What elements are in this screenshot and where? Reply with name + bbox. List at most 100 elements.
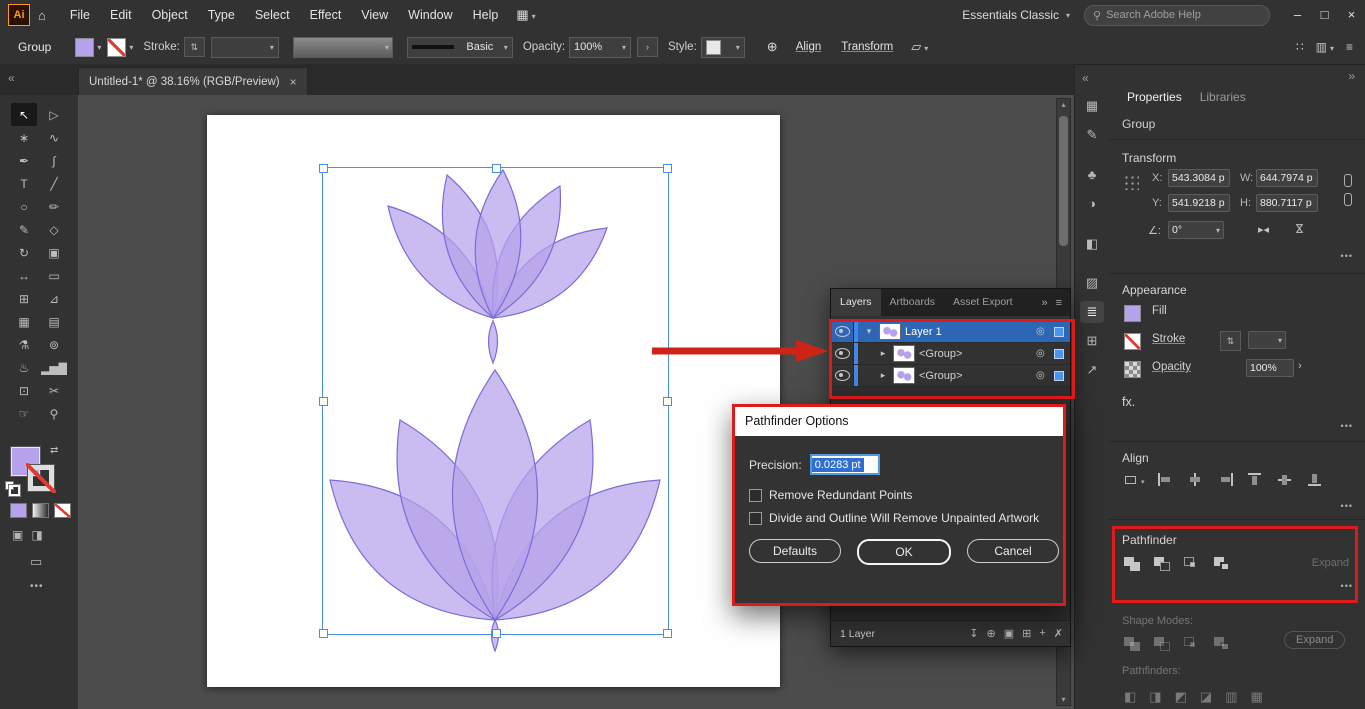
layer-name[interactable]: <Group> [919, 348, 1036, 360]
align-link[interactable]: Align [796, 41, 822, 53]
column-graph-tool[interactable]: ▂▅▇ [41, 356, 67, 379]
stroke-weight-dropdown[interactable]: ▾ [211, 37, 279, 58]
align-horizontal-center-icon[interactable] [1188, 473, 1205, 486]
close-document-icon[interactable]: × [290, 75, 297, 89]
pencil-tool[interactable]: ✎ [11, 218, 37, 241]
intersect-icon[interactable] [1184, 557, 1201, 571]
screen-mode-icon[interactable]: ▭ [30, 554, 42, 570]
direct-selection-tool[interactable]: ▷ [41, 103, 67, 126]
selection-tool[interactable]: ↖ [11, 103, 37, 126]
minus-back-icon[interactable]: ▦ [1250, 689, 1262, 705]
gradient-button[interactable] [32, 503, 49, 518]
transform-more-options-icon[interactable]: ••• [1341, 251, 1353, 261]
transform-link[interactable]: Transform [841, 41, 893, 53]
swatches-panel-icon[interactable]: ▦ [1080, 95, 1104, 117]
close-button[interactable]: × [1338, 0, 1365, 30]
handle-middle-right[interactable] [663, 397, 672, 406]
help-search-input[interactable]: ⚲ Search Adobe Help [1084, 5, 1270, 26]
layer-row[interactable]: ▸ <Group> ◎ [831, 365, 1070, 387]
intersect-icon[interactable] [1184, 637, 1201, 651]
layer-name[interactable]: Layer 1 [905, 326, 1036, 338]
gradient-tool[interactable]: ▤ [41, 310, 67, 333]
stroke-weight-stepper[interactable]: ⇅ [1220, 331, 1241, 351]
opacity-options-button[interactable]: › [637, 37, 658, 57]
illustrator-logo[interactable]: Ai [8, 4, 30, 26]
reference-point-selector[interactable] [1122, 173, 1139, 190]
document-setup-globe-icon[interactable]: ⊕ [759, 39, 786, 55]
trim-icon[interactable]: ◨ [1149, 689, 1161, 705]
slice-tool[interactable]: ✂ [41, 379, 67, 402]
flip-vertical-icon[interactable]: ⋈ [1294, 222, 1305, 235]
layers-panel-icon[interactable]: ≣ [1080, 301, 1104, 323]
shape-builder-tool[interactable]: ⊞ [11, 287, 37, 310]
defaults-button[interactable]: Defaults [749, 539, 841, 563]
menu-object[interactable]: Object [142, 0, 198, 30]
symbol-sprayer-tool[interactable]: ♨ [11, 356, 37, 379]
transparency-panel-icon[interactable]: ▨ [1080, 272, 1104, 294]
menu-type[interactable]: Type [198, 0, 245, 30]
expand-chevron-icon[interactable]: ▾ [863, 326, 875, 337]
tab-libraries[interactable]: Libraries [1191, 85, 1255, 109]
minus-front-icon[interactable] [1154, 637, 1171, 651]
stroke-weight-stepper[interactable]: ⇅ [184, 37, 205, 57]
arrange-documents-icon[interactable]: ▦▾ [508, 7, 543, 23]
rotation-dropdown[interactable]: 0°▾ [1168, 221, 1224, 239]
workspace-switcher[interactable]: Essentials Classic ▾ [962, 8, 1070, 22]
tab-artboards[interactable]: Artboards [881, 289, 945, 316]
expand-dock-icon[interactable]: « [1082, 71, 1089, 85]
opacity-dropdown[interactable]: 100%▾ [569, 37, 631, 58]
checkbox[interactable] [749, 489, 762, 502]
scroll-down-icon[interactable]: ▾ [1061, 694, 1065, 705]
expand-button-flyout[interactable]: Expand [1284, 631, 1345, 649]
asset-export-panel-icon[interactable]: ↗ [1080, 359, 1104, 381]
visibility-toggle[interactable] [831, 365, 854, 386]
align-to-selection-icon[interactable]: ▾ [1124, 473, 1145, 486]
fill-swatch[interactable] [1124, 305, 1141, 322]
handle-bottom-center[interactable] [492, 629, 501, 638]
align-more-options-icon[interactable]: ••• [1341, 501, 1353, 511]
draw-normal-icon[interactable]: ▣ [12, 528, 23, 542]
delete-selection-icon[interactable]: ✗ [1054, 627, 1063, 640]
mesh-tool[interactable]: ▦ [11, 310, 37, 333]
opacity-options-chevron[interactable]: › [1298, 360, 1302, 372]
rotate-tool[interactable]: ↻ [11, 241, 37, 264]
new-layer-icon[interactable]: + [1039, 627, 1045, 640]
selection-bounding-box[interactable] [322, 167, 669, 635]
y-input[interactable]: 541.9218 p [1168, 194, 1230, 212]
stroke-color-swatch[interactable] [107, 38, 126, 57]
menu-select[interactable]: Select [245, 0, 300, 30]
exclude-icon[interactable] [1214, 557, 1231, 571]
w-input[interactable]: 644.7974 p [1256, 169, 1318, 187]
draw-behind-icon[interactable]: ◨ [31, 528, 42, 542]
chevron-down-icon[interactable]: ▾ [97, 43, 101, 52]
collect-for-export-icon[interactable]: ↧ [969, 627, 978, 640]
perspective-grid-tool[interactable]: ⊿ [41, 287, 67, 310]
scale-tool[interactable]: ▣ [41, 241, 67, 264]
checkbox[interactable] [749, 512, 762, 525]
handle-bottom-right[interactable] [663, 629, 672, 638]
expand-chevron-icon[interactable]: ▸ [877, 348, 889, 359]
appearance-more-options-icon[interactable]: ••• [1341, 421, 1353, 431]
chevron-down-icon[interactable]: ▾ [129, 43, 133, 52]
make-clip-mask-icon[interactable]: ▣ [1004, 627, 1014, 640]
handle-top-center[interactable] [492, 164, 501, 173]
color-panel-icon[interactable]: ◑ [1080, 192, 1104, 214]
align-horizontal-left-icon[interactable] [1158, 473, 1175, 486]
layer-thumbnail[interactable] [893, 367, 915, 384]
merge-icon[interactable]: ◩ [1175, 689, 1187, 705]
scroll-up-icon[interactable]: ▴ [1061, 99, 1065, 110]
menu-help[interactable]: Help [463, 0, 509, 30]
color-button[interactable] [10, 503, 27, 518]
handle-middle-left[interactable] [319, 397, 328, 406]
fill-label[interactable]: Fill [1152, 305, 1167, 317]
align-horizontal-right-icon[interactable] [1218, 473, 1235, 486]
graphic-style-dropdown[interactable]: ▾ [701, 37, 745, 58]
tab-layers[interactable]: Layers [831, 289, 881, 316]
exclude-icon[interactable] [1214, 637, 1231, 651]
handle-top-right[interactable] [663, 164, 672, 173]
panel-menu-icon[interactable]: ≡ [1056, 297, 1062, 309]
cancel-button[interactable]: Cancel [967, 539, 1059, 563]
target-circle-icon[interactable]: ◎ [1036, 326, 1050, 337]
menu-edit[interactable]: Edit [100, 0, 142, 30]
free-transform-tool[interactable]: ▭ [41, 264, 67, 287]
